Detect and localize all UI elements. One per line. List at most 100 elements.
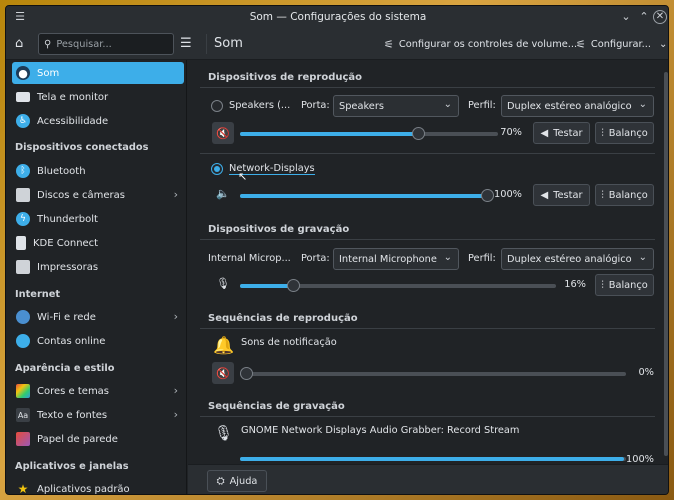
sidebar-item-som[interactable]: ● Som bbox=[12, 62, 184, 84]
maximize-icon[interactable]: ⌃ bbox=[636, 9, 652, 25]
sidebar: ● Som Tela e monitor ♿ Acessibilidade Di… bbox=[6, 60, 187, 494]
microphone-device-name: Internal Microp... bbox=[208, 253, 291, 264]
slider-fill bbox=[240, 194, 488, 198]
close-icon[interactable]: ✕ bbox=[653, 10, 667, 24]
chevron-right-icon: › bbox=[173, 408, 178, 421]
microphone-volume-slider[interactable] bbox=[240, 279, 556, 292]
slider-knob[interactable] bbox=[287, 279, 300, 292]
network-displays-test-button[interactable]: ◀ Testar bbox=[533, 184, 590, 206]
speakers-port-select[interactable]: Speakers ⌄ bbox=[333, 95, 459, 117]
speakers-radio[interactable] bbox=[211, 100, 223, 112]
divider bbox=[200, 87, 655, 88]
speakers-volume-percent: 70% bbox=[500, 127, 522, 138]
main-scrollbar[interactable] bbox=[664, 72, 668, 456]
speakers-test-button[interactable]: ◀ Testar bbox=[533, 122, 590, 144]
configure-label: Configurar... bbox=[590, 38, 652, 50]
speakers-balance-button[interactable]: ⫶ Balanço bbox=[595, 122, 654, 144]
sidebar-item-kdeconnect[interactable]: KDE Connect bbox=[12, 232, 184, 254]
sidebar-item-contas[interactable]: Contas online bbox=[12, 330, 184, 352]
sidebar-item-discos[interactable]: Discos e câmeras › bbox=[12, 184, 184, 206]
speaker-muted-icon: 🔇 bbox=[216, 366, 230, 380]
network-displays-volume-percent: 100% bbox=[493, 189, 522, 200]
speakers-port-value: Speakers bbox=[339, 100, 384, 112]
sidebar-item-texto[interactable]: Aa Texto e fontes › bbox=[12, 404, 184, 426]
globe-icon bbox=[16, 310, 30, 324]
search-input[interactable]: ⚲ Pesquisar... bbox=[38, 33, 174, 55]
speaker-icon[interactable]: 🔈 bbox=[215, 187, 231, 203]
settings-app-icon[interactable]: ☰ bbox=[12, 9, 28, 25]
sidebar-category-internet: Internet bbox=[15, 289, 61, 300]
configure-button[interactable]: ⚟ Configurar... ⌄ bbox=[576, 33, 667, 55]
configure-icon: ⚟ bbox=[576, 37, 586, 51]
sidebar-item-acessibilidade[interactable]: ♿ Acessibilidade bbox=[12, 110, 184, 132]
sidebar-item-tela[interactable]: Tela e monitor bbox=[12, 86, 184, 108]
microphone-icon[interactable]: 🎙 bbox=[215, 277, 231, 293]
hamburger-menu-icon[interactable]: ☰ bbox=[180, 36, 192, 52]
help-icon: ⛭ bbox=[216, 475, 225, 487]
microphone-profile-value: Duplex estéreo analógico bbox=[507, 253, 632, 265]
header-divider bbox=[206, 34, 207, 54]
slider-fill bbox=[240, 132, 418, 136]
notification-mute-button[interactable]: 🔇 bbox=[212, 362, 234, 384]
minimize-icon[interactable]: ⌄ bbox=[618, 9, 634, 25]
record-stream-volume-slider[interactable] bbox=[240, 457, 626, 461]
microphone-profile-select[interactable]: Duplex estéreo analógico ⌄ bbox=[501, 248, 654, 270]
sidebar-category-appearance: Aparência e estilo bbox=[15, 363, 115, 374]
sidebar-item-label: KDE Connect bbox=[33, 237, 99, 249]
sidebar-item-papel[interactable]: Papel de parede bbox=[12, 428, 184, 450]
home-icon[interactable]: ⌂ bbox=[15, 36, 31, 52]
microphone-port-select[interactable]: Internal Microphone ⌄ bbox=[333, 248, 459, 270]
slider-knob[interactable] bbox=[412, 127, 425, 140]
chevron-down-icon: ⌄ bbox=[443, 252, 452, 263]
sidebar-item-label: Wi-Fi e rede bbox=[37, 311, 96, 323]
network-displays-volume-slider[interactable] bbox=[240, 189, 494, 202]
speakers-device-name: Speakers (... bbox=[229, 100, 291, 111]
chevron-right-icon: › bbox=[173, 188, 178, 201]
divider bbox=[200, 416, 655, 417]
help-button[interactable]: ⛭ Ajuda bbox=[207, 470, 267, 492]
chevron-down-icon: ⌄ bbox=[659, 38, 668, 50]
section-title-playback-streams: Sequências de reprodução bbox=[208, 313, 358, 324]
configure-volume-controls-button[interactable]: ⚟ Configurar os controles de volume... bbox=[384, 33, 577, 55]
sidebar-item-cores[interactable]: Cores e temas › bbox=[12, 380, 184, 402]
speakers-profile-select[interactable]: Duplex estéreo analógico ⌄ bbox=[501, 95, 654, 117]
microphone-balance-button[interactable]: ⫶ Balanço bbox=[595, 274, 654, 296]
notification-volume-slider[interactable] bbox=[240, 367, 626, 380]
configure-icon: ⚟ bbox=[384, 37, 394, 51]
microphone-volume-percent: 16% bbox=[564, 279, 586, 290]
microphone-port-value: Internal Microphone bbox=[339, 253, 437, 265]
sidebar-item-label: Bluetooth bbox=[37, 165, 86, 177]
slider-knob[interactable] bbox=[240, 367, 253, 380]
balance-icon: ⫶ bbox=[601, 127, 604, 139]
section-title-playback: Dispositivos de reprodução bbox=[208, 72, 363, 83]
font-icon: Aa bbox=[16, 408, 30, 422]
bluetooth-icon: ᛒ bbox=[16, 164, 30, 178]
microphone-icon: 🎙 bbox=[214, 424, 234, 442]
search-placeholder: Pesquisar... bbox=[56, 38, 112, 50]
sidebar-item-label: Papel de parede bbox=[37, 433, 118, 445]
monitor-icon bbox=[16, 92, 30, 102]
accessibility-icon: ♿ bbox=[16, 114, 30, 128]
thunderbolt-icon: ϟ bbox=[16, 212, 30, 226]
profile-label: Perfil: bbox=[468, 100, 496, 111]
chevron-down-icon: ⌄ bbox=[638, 252, 647, 263]
configure-volume-label: Configurar os controles de volume... bbox=[398, 38, 578, 50]
sidebar-item-bluetooth[interactable]: ᛒ Bluetooth bbox=[12, 160, 184, 182]
speakers-volume-slider[interactable] bbox=[240, 127, 498, 140]
test-label: Testar bbox=[553, 189, 583, 201]
sidebar-item-wifi[interactable]: Wi-Fi e rede › bbox=[12, 306, 184, 328]
network-displays-radio[interactable] bbox=[211, 163, 223, 175]
balance-label: Balanço bbox=[608, 279, 648, 291]
sidebar-item-impressoras[interactable]: Impressoras bbox=[12, 256, 184, 278]
sidebar-item-thunderbolt[interactable]: ϟ Thunderbolt bbox=[12, 208, 184, 230]
mouse-cursor-icon: ↖ bbox=[238, 170, 248, 183]
sidebar-item-label: Contas online bbox=[37, 335, 106, 347]
speaker-icon: ◀ bbox=[540, 127, 549, 139]
chevron-down-icon: ⌄ bbox=[638, 99, 647, 110]
speakers-profile-value: Duplex estéreo analógico bbox=[507, 100, 632, 112]
section-title-recording: Dispositivos de gravação bbox=[208, 224, 350, 235]
speakers-mute-button[interactable]: 🔇 bbox=[212, 122, 234, 144]
network-displays-balance-button[interactable]: ⫶ Balanço bbox=[595, 184, 654, 206]
sidebar-item-aplicativos-padrao[interactable]: ★ Aplicativos padrão bbox=[12, 478, 184, 494]
record-stream-name: GNOME Network Displays Audio Grabber: Re… bbox=[241, 425, 520, 436]
